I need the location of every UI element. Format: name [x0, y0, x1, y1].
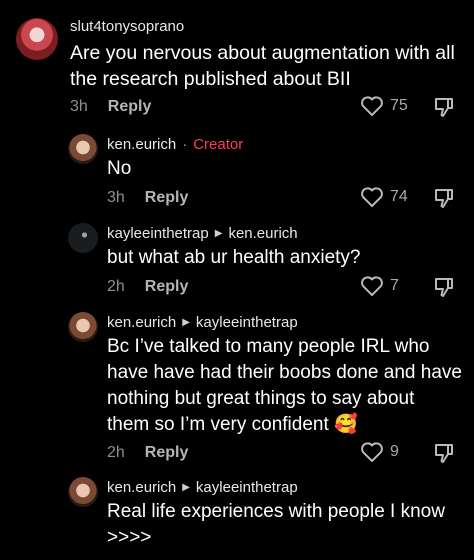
- thumbs-down-icon[interactable]: [432, 186, 456, 210]
- comment-username: ken.eurich ▶ kayleeinthetrap: [107, 479, 298, 496]
- timestamp: 2h: [107, 444, 125, 461]
- like-button[interactable]: 74: [360, 186, 408, 208]
- timestamp: 3h: [107, 189, 125, 206]
- comment-text-line: nothing but great things to say about: [107, 388, 415, 409]
- comment-meta: 2h Reply: [107, 278, 188, 296]
- comment-text: No: [107, 156, 131, 182]
- thumbs-down-icon[interactable]: [432, 441, 456, 465]
- comment-text-line: Real life experiences with people I know: [107, 501, 445, 522]
- comment-text-line: them so I’m very confident 🥰: [107, 414, 358, 435]
- reply-to-username[interactable]: kayleeinthetrap: [196, 479, 298, 496]
- reply-button[interactable]: Reply: [145, 444, 189, 462]
- separator: ·: [182, 136, 188, 153]
- reply-to-username[interactable]: ken.eurich: [228, 225, 297, 242]
- comment-text: Real life experiences with people I know…: [107, 499, 445, 551]
- like-count: 7: [390, 277, 399, 294]
- comment-username: kayleeinthetrap ▶ ken.eurich: [107, 225, 298, 242]
- creator-badge: Creator: [193, 136, 244, 153]
- comment-meta: 3h Reply: [70, 98, 151, 116]
- avatar[interactable]: [68, 134, 98, 164]
- comment-text: Bc I’ve talked to many people IRL who ha…: [107, 334, 462, 438]
- comment-username[interactable]: slut4tonysoprano: [70, 18, 184, 35]
- timestamp: 3h: [70, 98, 88, 115]
- thumbs-down-icon[interactable]: [432, 275, 456, 299]
- heart-icon[interactable]: [360, 441, 384, 463]
- comment-text-line: Bc I’ve talked to many people IRL who: [107, 336, 430, 357]
- triangle-right-icon: ▶: [182, 317, 190, 328]
- like-count: 74: [390, 188, 408, 205]
- username-label[interactable]: ken.eurich: [107, 479, 176, 496]
- comment-text-line: the research published about BII: [70, 68, 351, 90]
- comment-username: ken.eurich · Creator: [107, 136, 243, 153]
- triangle-right-icon: ▶: [182, 482, 190, 493]
- username-label[interactable]: ken.eurich: [107, 314, 176, 331]
- username-label[interactable]: kayleeinthetrap: [107, 225, 209, 242]
- reply-button[interactable]: Reply: [145, 189, 189, 207]
- thumbs-down-icon[interactable]: [432, 95, 456, 119]
- username-label[interactable]: slut4tonysoprano: [70, 18, 184, 35]
- reply-button[interactable]: Reply: [145, 278, 189, 296]
- comment-text-line: have have had their boobs done and have: [107, 362, 462, 383]
- avatar[interactable]: [68, 223, 98, 253]
- like-button[interactable]: 7: [360, 275, 399, 297]
- comment-meta: 3h Reply: [107, 189, 188, 207]
- comment-meta: 2h Reply: [107, 444, 188, 462]
- comment-text-line: but what ab ur health anxiety?: [107, 247, 361, 268]
- reply-button[interactable]: Reply: [108, 98, 152, 116]
- reply-to-username[interactable]: kayleeinthetrap: [196, 314, 298, 331]
- heart-icon[interactable]: [360, 186, 384, 208]
- username-label[interactable]: ken.eurich: [107, 136, 176, 153]
- comment-text-line: Are you nervous about augmentation with …: [70, 42, 455, 64]
- like-count: 75: [390, 97, 408, 114]
- avatar[interactable]: [16, 18, 58, 60]
- comment-text-line: >>>>: [107, 527, 152, 548]
- heart-icon[interactable]: [360, 95, 384, 117]
- comment-text: Are you nervous about augmentation with …: [70, 40, 455, 92]
- comment-text: but what ab ur health anxiety?: [107, 245, 361, 271]
- like-button[interactable]: 75: [360, 95, 408, 117]
- comment-username: ken.eurich ▶ kayleeinthetrap: [107, 314, 298, 331]
- triangle-right-icon: ▶: [214, 228, 223, 239]
- comment-text-line: No: [107, 158, 132, 179]
- timestamp: 2h: [107, 278, 125, 295]
- heart-icon[interactable]: [360, 275, 384, 297]
- avatar[interactable]: [68, 312, 98, 342]
- like-button[interactable]: 9: [360, 441, 399, 463]
- like-count: 9: [390, 443, 399, 460]
- avatar[interactable]: [68, 477, 98, 507]
